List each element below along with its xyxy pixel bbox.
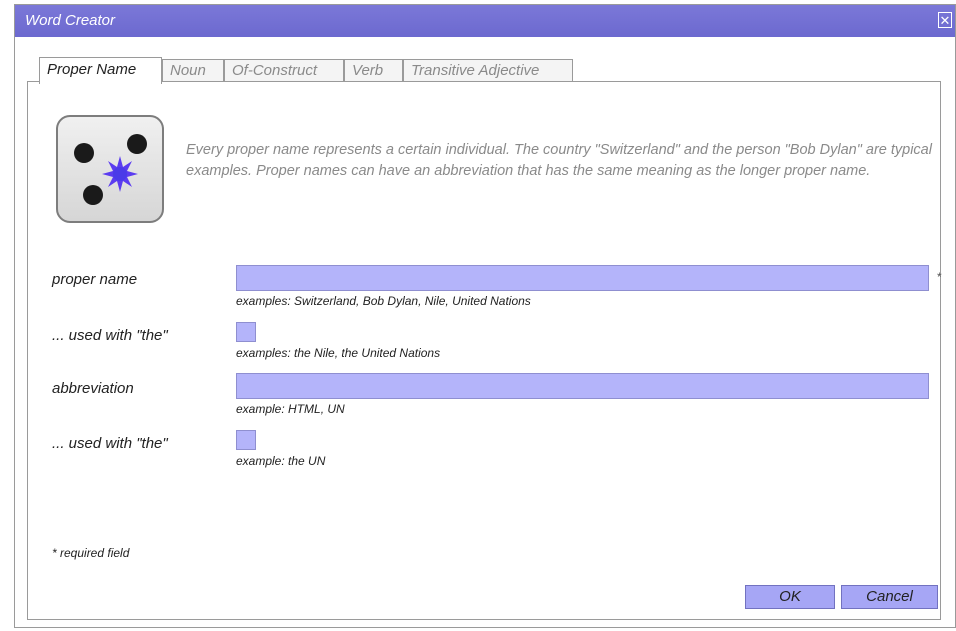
- tab-noun[interactable]: Noun: [162, 59, 224, 81]
- tab-verb[interactable]: Verb: [344, 59, 403, 81]
- dice-dots-graphic: [74, 134, 147, 205]
- required-field-note: * required field: [52, 546, 130, 560]
- proper-name-label: proper name: [52, 271, 138, 288]
- type-description: Every proper name represents a certain i…: [186, 142, 932, 179]
- close-button[interactable]: ✕: [938, 12, 952, 28]
- tab-transitive-adjective[interactable]: Transitive Adjective: [403, 59, 573, 81]
- abbreviation-the-hint: example: the UN: [236, 454, 326, 468]
- required-marker: *: [937, 270, 942, 284]
- proper-name-input[interactable]: [236, 265, 929, 291]
- word-creator-dialog: Word Creator ✕ Proper Name Noun Of-Const…: [14, 4, 956, 628]
- abbreviation-hint: example: HTML, UN: [236, 402, 345, 416]
- ok-button[interactable]: OK: [745, 585, 835, 609]
- abbreviation-input[interactable]: [236, 373, 929, 399]
- abbreviation-the-checkbox[interactable]: [236, 430, 256, 450]
- proper-name-hint: examples: Switzerland, Bob Dylan, Nile, …: [236, 294, 531, 308]
- abbreviation-the-label: ... used with "the": [52, 435, 168, 452]
- title-bar[interactable]: Word Creator ✕: [15, 5, 955, 37]
- proper-name-dice-icon: [56, 115, 164, 223]
- proper-name-the-label: ... used with "the": [52, 327, 168, 344]
- cancel-button[interactable]: Cancel: [841, 585, 938, 609]
- proper-name-the-checkbox[interactable]: [236, 322, 256, 342]
- tab-proper-name[interactable]: Proper Name: [39, 57, 162, 84]
- tab-panel: Every proper name represents a certain i…: [27, 81, 942, 620]
- window-title: Word Creator: [25, 12, 116, 29]
- tab-of-construct[interactable]: Of-Construct: [224, 59, 344, 81]
- proper-name-the-hint: examples: the Nile, the United Nations: [236, 346, 441, 360]
- abbreviation-label: abbreviation: [52, 380, 134, 397]
